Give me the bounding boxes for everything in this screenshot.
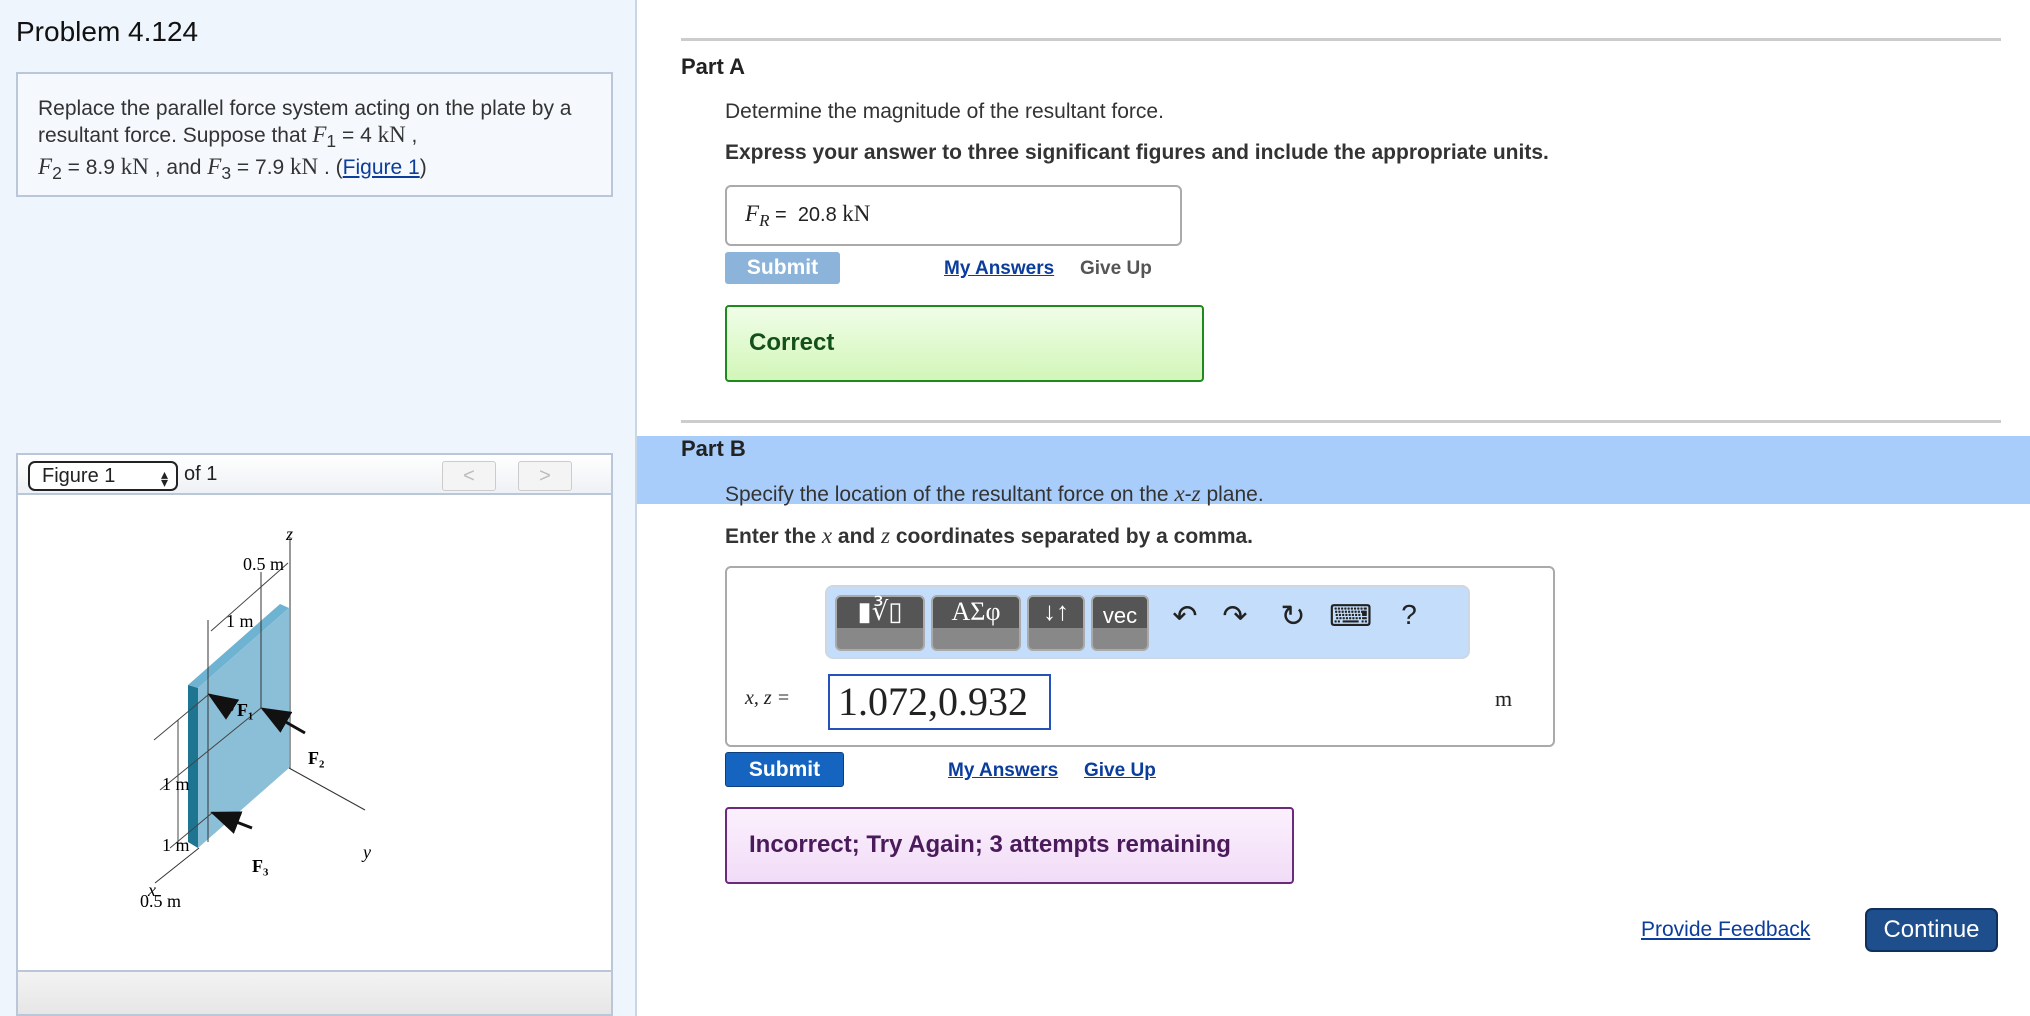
i-z: z	[881, 523, 891, 548]
part-a-instruction: Express your answer to three significant…	[725, 141, 1549, 164]
keyboard-icon[interactable]: ⌨	[1329, 599, 1372, 634]
greek-symbols-button[interactable]: ΑΣφ	[931, 595, 1021, 651]
part-a-question: Determine the magnitude of the resultant…	[725, 100, 1164, 123]
f2-label: F₂	[308, 748, 324, 768]
divider	[681, 38, 2001, 41]
part-a-give-up: Give Up	[1080, 258, 1152, 279]
part-b-answer-box: ▮∛▯ ΑΣφ ↓↑ vec ↶ ↷ ↻ ⌨ ? x, z = 1.072,0.…	[725, 566, 1555, 747]
part-a-feedback-correct: Correct	[725, 305, 1204, 382]
arrows-button[interactable]: ↓↑	[1027, 595, 1085, 651]
q-z: z	[1191, 481, 1201, 506]
q-dash: -	[1184, 483, 1192, 506]
math-toolbar: ▮∛▯ ΑΣφ ↓↑ vec ↶ ↷ ↻ ⌨ ?	[825, 585, 1470, 659]
help-icon[interactable]: ?	[1389, 599, 1429, 631]
part-b-submit-button[interactable]: Submit	[725, 752, 844, 787]
q-text: Specify the location of the resultant fo…	[725, 483, 1175, 506]
redo-icon[interactable]: ↷	[1215, 599, 1255, 634]
problem-panel: Problem 4.124 Replace the parallel force…	[0, 0, 637, 1016]
part-b-instruction: Enter the x and z coordinates separated …	[725, 523, 1253, 549]
f1-label: F₁	[237, 700, 253, 720]
part-a-answer-box: FR = 20.8 kN	[725, 185, 1182, 246]
i-text: and	[832, 525, 882, 548]
reset-icon[interactable]: ↻	[1273, 599, 1313, 634]
q-text: plane.	[1200, 483, 1264, 506]
i-x: x	[821, 523, 833, 548]
q-x: x	[1174, 481, 1185, 506]
part-b-unit: m	[1495, 686, 1513, 711]
part-b-answer-input[interactable]: 1.072,0.932	[828, 674, 1051, 730]
part-a-answer: 20.8	[797, 204, 843, 226]
eq: =	[769, 204, 793, 226]
part-b-question: Specify the location of the resultant fo…	[725, 481, 1264, 507]
dim-label: 0.5 m	[243, 554, 284, 574]
provide-feedback-link[interactable]: Provide Feedback	[1641, 918, 1810, 942]
part-a-my-answers-link[interactable]: My Answers	[944, 258, 1054, 280]
i-text: coordinates separated by a comma.	[890, 525, 1254, 548]
divider	[681, 420, 2001, 423]
undo-icon[interactable]: ↶	[1165, 599, 1205, 634]
fr-var: F	[745, 201, 760, 226]
dim-label: 0.5 m	[140, 891, 181, 911]
y-label: y	[361, 842, 371, 862]
vector-button[interactable]: vec	[1091, 595, 1149, 651]
y-axis	[288, 767, 366, 811]
i-text: Enter the	[725, 525, 822, 548]
part-a-label: Part A	[681, 54, 745, 79]
dim-label: 1 m	[162, 774, 190, 794]
part-b-my-answers-link[interactable]: My Answers	[948, 760, 1058, 782]
part-b-feedback-incorrect: Incorrect; Try Again; 3 attempts remaini…	[725, 807, 1294, 884]
f3-label: F₃	[252, 856, 269, 876]
plate-diagram: z y x 0.5 m 1 m 1 m 1 m 0.5 m F₁ F₂ F₃	[140, 524, 371, 911]
templates-button[interactable]: ▮∛▯	[835, 595, 925, 651]
xz-label: x, z =	[745, 687, 791, 709]
continue-button[interactable]: Continue	[1865, 908, 1998, 952]
part-a-unit: kN	[842, 201, 871, 226]
dim-label: 1 m	[162, 835, 190, 855]
part-b-label: Part B	[681, 436, 746, 461]
part-a-submit-button: Submit	[725, 252, 840, 284]
fr-sub: R	[759, 211, 770, 230]
dim-label: 1 m	[226, 611, 254, 631]
part-b-give-up-link[interactable]: Give Up	[1084, 760, 1156, 782]
z-label: z	[285, 524, 293, 544]
